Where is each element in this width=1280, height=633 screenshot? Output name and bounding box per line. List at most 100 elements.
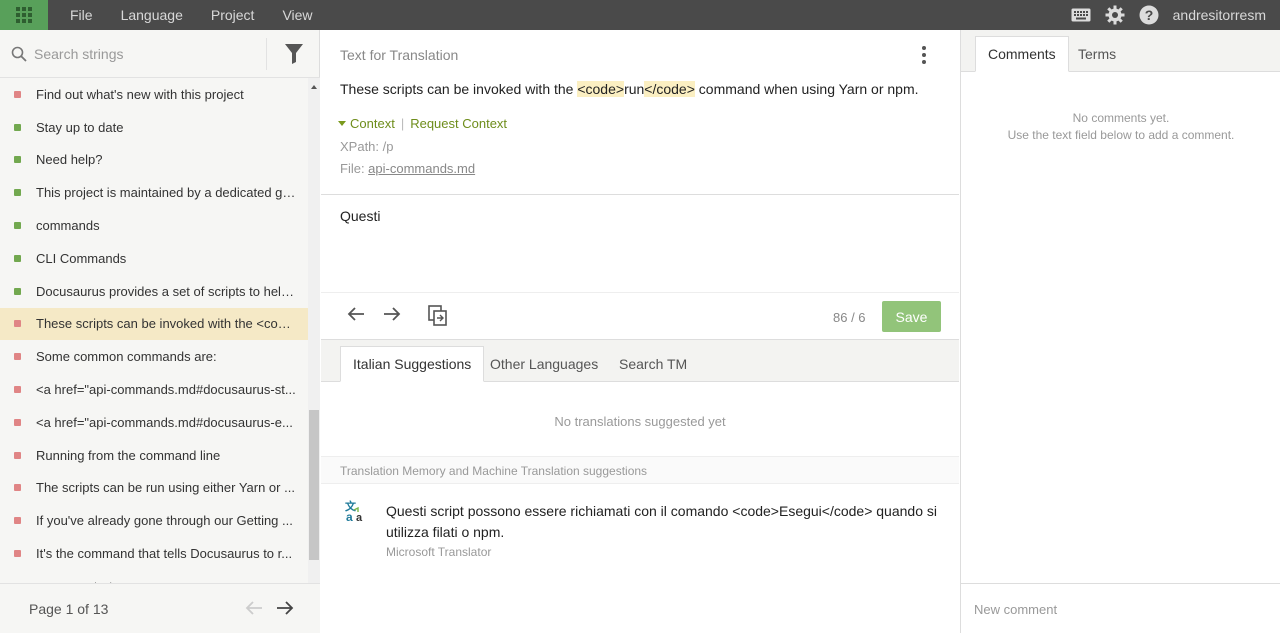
menu-project[interactable]: Project xyxy=(197,7,269,23)
top-right-controls: ? andresitorresm xyxy=(1057,0,1266,30)
context-toggle[interactable]: Context xyxy=(350,116,395,131)
list-item[interactable]: It's the command that tells Docusaurus t… xyxy=(0,537,308,570)
filter-icon xyxy=(284,44,303,64)
gear-icon[interactable] xyxy=(1105,5,1125,25)
mt-suggestion-text[interactable]: Questi script possono essere richiamati … xyxy=(386,501,946,543)
list-item[interactable]: Stay up to date xyxy=(0,111,308,144)
string-text: commands xyxy=(36,218,100,234)
tab-italian-suggestions[interactable]: Italian Suggestions xyxy=(340,346,485,382)
svg-text:a: a xyxy=(356,512,363,522)
list-item[interactable]: CLI Commands xyxy=(0,242,308,275)
previous-string-icon[interactable] xyxy=(347,306,365,325)
list-item[interactable]: If you've already gone through our Getti… xyxy=(0,504,308,537)
string-text: <a href="api-commands.md#docusaurus-st..… xyxy=(36,382,296,398)
comment-input[interactable] xyxy=(974,598,1269,620)
string-text: If you've already gone through our Getti… xyxy=(36,513,293,529)
status-dot xyxy=(14,550,21,558)
string-list: Find out what's new with this project St… xyxy=(0,78,308,615)
tab-other-languages[interactable]: Other Languages xyxy=(478,346,610,382)
caret-down-icon xyxy=(338,121,346,126)
apps-grid-button[interactable] xyxy=(0,0,48,30)
menu-language[interactable]: Language xyxy=(107,7,197,23)
string-text: Docusaurus provides a set of scripts to … xyxy=(36,283,296,299)
status-dot xyxy=(14,418,21,426)
status-dot xyxy=(14,287,21,295)
filter-button[interactable] xyxy=(266,38,320,70)
page-label: Page 1 of 13 xyxy=(29,601,109,617)
top-bar: File Language Project View ? andresitorr… xyxy=(0,0,1280,30)
search-bar xyxy=(0,30,320,78)
pager: Page 1 of 13 xyxy=(0,583,320,633)
xpath-label: XPath: /p xyxy=(340,139,394,154)
menu-file[interactable]: File xyxy=(56,7,107,23)
list-item[interactable]: Running from the command line xyxy=(0,439,308,472)
string-text: Some common commands are: xyxy=(36,349,217,365)
translator-icon: 文aa xyxy=(345,499,367,524)
status-dot xyxy=(14,386,21,394)
translation-input[interactable]: Questi xyxy=(340,208,940,288)
list-item[interactable]: The scripts can be run using either Yarn… xyxy=(0,472,308,505)
comment-box xyxy=(961,583,1280,633)
request-context-link[interactable]: Request Context xyxy=(410,116,507,131)
status-dot xyxy=(14,353,21,361)
main-menu: File Language Project View xyxy=(56,0,327,30)
right-panel-tabs: Comments Terms xyxy=(961,30,1280,72)
scrollbar-thumb[interactable] xyxy=(309,410,319,560)
search-icon xyxy=(11,46,27,65)
keyboard-icon[interactable] xyxy=(1071,8,1091,22)
scroll-up-icon[interactable] xyxy=(311,85,317,89)
no-comments-text: No comments yet. Use the text field belo… xyxy=(1007,111,1235,142)
status-dot xyxy=(14,123,21,131)
next-page-icon[interactable] xyxy=(276,600,294,619)
string-text: CLI Commands xyxy=(36,250,127,266)
tab-comments[interactable]: Comments xyxy=(975,36,1069,72)
list-item[interactable]: Docusaurus provides a set of scripts to … xyxy=(0,275,308,308)
string-text: Stay up to date xyxy=(36,119,124,135)
save-button[interactable]: Save xyxy=(882,301,941,332)
copy-source-icon[interactable] xyxy=(428,305,448,330)
right-panel: Comments Terms No comments yet. Use the … xyxy=(960,30,1280,633)
previous-page-icon[interactable] xyxy=(245,600,263,619)
list-item[interactable]: commands xyxy=(0,209,308,242)
status-dot xyxy=(14,484,21,492)
no-suggestions-text: No translations suggested yet xyxy=(554,414,726,429)
string-list-scrollbar[interactable] xyxy=(308,78,320,613)
strings-panel: Find out what's new with this project St… xyxy=(0,30,320,633)
list-item[interactable]: Some common commands are: xyxy=(0,340,308,373)
string-text: Running from the command line xyxy=(36,447,221,463)
status-dot xyxy=(14,189,21,197)
context-row: Context | Request Context xyxy=(338,116,507,131)
status-dot xyxy=(14,90,21,98)
more-options-icon[interactable] xyxy=(922,46,926,64)
file-line: File: api-commands.md xyxy=(340,161,476,176)
list-item[interactable]: This project is maintained by a dedicate… xyxy=(0,176,308,209)
file-link[interactable]: api-commands.md xyxy=(368,161,475,176)
menu-view[interactable]: View xyxy=(268,7,326,23)
status-dot xyxy=(14,156,21,164)
status-dot xyxy=(14,451,21,459)
string-text: The scripts can be run using either Yarn… xyxy=(36,480,295,496)
tab-search-tm[interactable]: Search TM xyxy=(607,346,699,382)
apps-grid-icon xyxy=(16,7,32,23)
status-dot xyxy=(14,222,21,230)
status-dot xyxy=(14,517,21,525)
list-item[interactable]: Find out what's new with this project xyxy=(0,78,308,111)
list-item[interactable]: <a href="api-commands.md#docusaurus-st..… xyxy=(0,373,308,406)
string-text: Need help? xyxy=(36,152,103,168)
code-tag-open: <code> xyxy=(577,81,625,97)
status-dot xyxy=(14,320,21,328)
tab-terms[interactable]: Terms xyxy=(1066,36,1128,72)
editor-panel: Text for Translation These scripts can b… xyxy=(321,30,960,633)
svg-text:a: a xyxy=(346,510,353,522)
next-string-icon[interactable] xyxy=(383,306,401,325)
status-dot xyxy=(14,254,21,262)
source-string-box: Text for Translation These scripts can b… xyxy=(321,30,959,195)
search-input[interactable] xyxy=(34,43,262,65)
username[interactable]: andresitorresm xyxy=(1173,7,1266,23)
editor-toolbar: 86 / 6 Save xyxy=(321,294,959,340)
list-item-active[interactable]: These scripts can be invoked with the <c… xyxy=(0,307,308,341)
list-item[interactable]: Need help? xyxy=(0,144,308,177)
list-item[interactable]: <a href="api-commands.md#docusaurus-e... xyxy=(0,406,308,439)
svg-text:?: ? xyxy=(1144,7,1153,23)
help-icon[interactable]: ? xyxy=(1139,5,1159,25)
